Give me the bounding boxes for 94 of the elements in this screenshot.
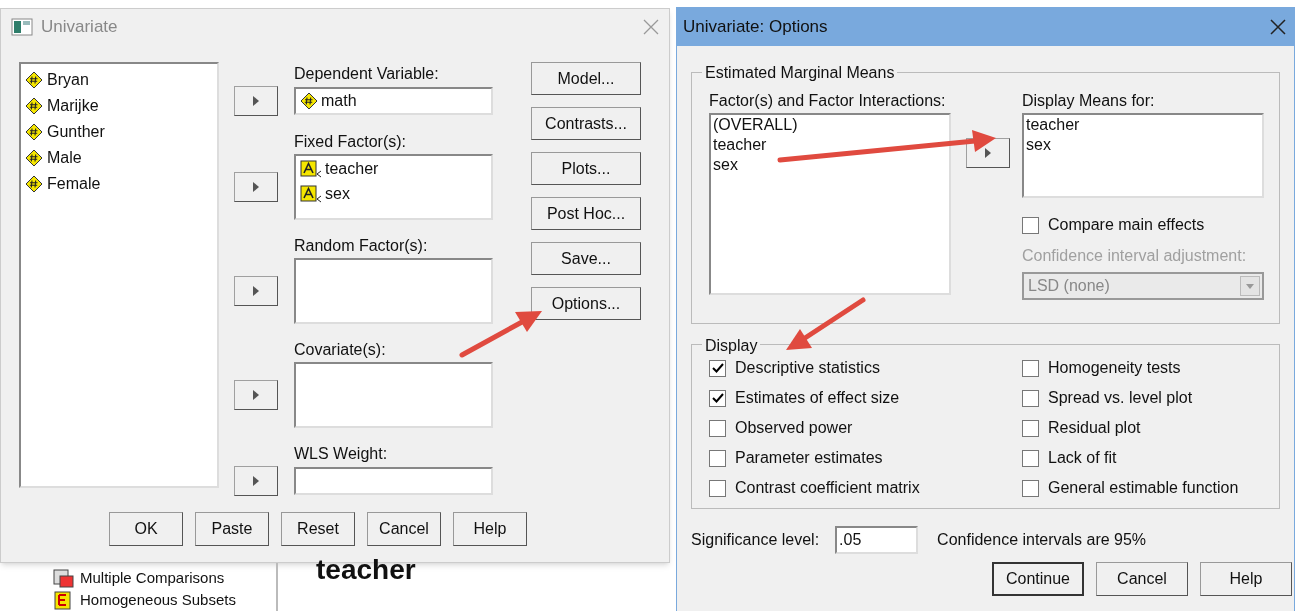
move-button[interactable] — [234, 466, 278, 496]
target-list[interactable] — [294, 467, 493, 495]
checkbox[interactable] — [1022, 216, 1039, 234]
nominal-variable-icon — [300, 184, 322, 203]
field-label: WLS Weight: — [294, 444, 389, 464]
checkbox-label: Estimates of effect size — [735, 388, 900, 408]
checkbox-label: Spread vs. level plot — [1048, 388, 1193, 408]
dialog-button[interactable]: Post Hoc... — [531, 197, 641, 230]
checkbox-label: Parameter estimates — [735, 448, 883, 468]
checkbox[interactable] — [709, 419, 726, 437]
nominal-variable-icon — [300, 159, 322, 178]
dialog-button[interactable]: Continue — [992, 562, 1084, 596]
list-item[interactable]: Female — [25, 171, 217, 197]
dialog-button[interactable]: Paste — [195, 512, 269, 546]
checkbox[interactable] — [709, 389, 726, 407]
dropdown-icon — [1240, 276, 1260, 296]
list-item[interactable]: teacher — [713, 135, 949, 155]
checkbox-label: Descriptive statistics — [735, 358, 880, 378]
checkbox[interactable] — [709, 479, 726, 497]
scale-variable-icon — [25, 97, 43, 115]
checkbox[interactable] — [709, 449, 726, 467]
list-item[interactable]: math — [300, 89, 491, 113]
move-button[interactable] — [234, 380, 278, 410]
list-item[interactable]: teacher — [1026, 115, 1262, 135]
window-title: Univariate — [41, 16, 118, 39]
list-item[interactable]: Gunther — [25, 119, 217, 145]
dialog-button[interactable]: Cancel — [1096, 562, 1188, 596]
dialog-button[interactable]: OK — [109, 512, 183, 546]
window-title: Univariate: Options — [683, 16, 828, 39]
field-label: Fixed Factor(s): — [294, 132, 407, 152]
scale-variable-icon — [25, 149, 43, 167]
right-triangle-icon — [253, 96, 259, 106]
checkbox[interactable] — [1022, 479, 1039, 497]
significance-field[interactable]: .05 — [835, 526, 919, 554]
right-triangle-icon — [253, 182, 259, 192]
list-item[interactable]: (OVERALL) — [713, 115, 949, 135]
scale-variable-icon — [300, 92, 318, 110]
checkbox-label: Homogeneity tests — [1048, 358, 1181, 378]
field-label: Covariate(s): — [294, 340, 387, 360]
confidence-text: Confidence intervals are 95% — [937, 530, 1147, 550]
dialog-button[interactable]: Options... — [531, 287, 641, 320]
checkbox-label: Observed power — [735, 418, 853, 438]
tree-item[interactable]: Homogeneous Subsets — [12, 589, 276, 611]
checkbox-label: Contrast coefficient matrix — [735, 478, 920, 498]
move-button[interactable] — [234, 276, 278, 306]
check-icon — [711, 363, 724, 373]
checkbox[interactable] — [1022, 389, 1039, 407]
select-label: Confidence interval adjustment: — [1022, 246, 1248, 266]
right-triangle-icon — [253, 286, 259, 296]
right-triangle-icon — [985, 148, 991, 158]
target-list[interactable] — [294, 258, 493, 324]
list-item[interactable]: sex — [713, 155, 949, 175]
move-button[interactable] — [234, 86, 278, 116]
checkbox-label: Residual plot — [1048, 418, 1141, 438]
field-label: Random Factor(s): — [294, 236, 429, 256]
scale-variable-icon — [25, 71, 43, 89]
checkbox[interactable] — [1022, 449, 1039, 467]
move-button[interactable] — [234, 172, 278, 202]
checkbox-label: General estimable function — [1048, 478, 1239, 498]
target-list[interactable]: math — [294, 87, 493, 115]
field-label: Dependent Variable: — [294, 64, 440, 84]
dialog-button[interactable]: Cancel — [367, 512, 441, 546]
list-label: Factor(s) and Factor Interactions: — [709, 91, 947, 111]
target-list[interactable]: teacher sex — [294, 154, 493, 220]
scale-variable-icon — [25, 123, 43, 141]
dialog-button[interactable]: Contrasts... — [531, 107, 641, 140]
heading: teacher — [316, 555, 416, 587]
field-label: Significance level: — [691, 530, 820, 550]
list-item[interactable]: Bryan — [25, 67, 217, 93]
dialog-button[interactable]: Help — [453, 512, 527, 546]
checkbox[interactable] — [709, 359, 726, 377]
scale-variable-icon — [25, 175, 43, 193]
check-icon — [711, 393, 724, 403]
dialog-button[interactable]: Reset — [281, 512, 355, 546]
list-item[interactable]: teacher — [300, 156, 491, 181]
tree-item[interactable]: Multiple Comparisons — [12, 567, 276, 589]
close-icon[interactable] — [1270, 19, 1286, 35]
app-icon — [11, 18, 33, 36]
right-triangle-icon — [253, 390, 259, 400]
checkbox[interactable] — [1022, 419, 1039, 437]
checkbox-label: Compare main effects — [1048, 215, 1205, 235]
checkbox-label: Lack of fit — [1048, 448, 1117, 468]
target-list[interactable] — [294, 362, 493, 428]
dialog-button[interactable]: Save... — [531, 242, 641, 275]
dialog-button[interactable]: Model... — [531, 62, 641, 95]
list-item[interactable]: sex — [300, 181, 491, 206]
list-item[interactable]: Marijke — [25, 93, 217, 119]
dialog-button[interactable]: Plots... — [531, 152, 641, 185]
checkbox[interactable] — [1022, 359, 1039, 377]
list-label: Display Means for: — [1022, 91, 1156, 111]
list-item[interactable]: sex — [1026, 135, 1262, 155]
list-item[interactable]: Male — [25, 145, 217, 171]
right-triangle-icon — [253, 476, 259, 486]
dialog-button[interactable]: Help — [1200, 562, 1292, 596]
